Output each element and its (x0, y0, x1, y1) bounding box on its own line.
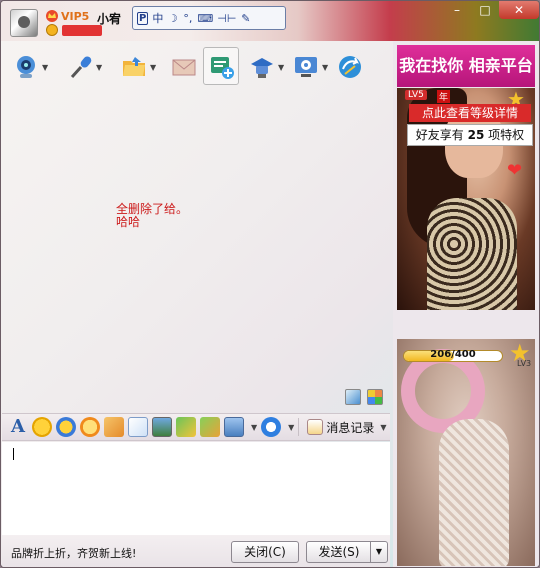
divider (298, 418, 300, 436)
create-discussion-button[interactable] (209, 51, 235, 83)
color-palette-icon[interactable] (367, 389, 383, 405)
right-panel: 我在找你 相亲平台 LV5 年 ★ 点此查看等级详情 好友享有 25 项特权 ❤… (393, 41, 539, 567)
level-badge: LV5 (405, 90, 427, 100)
signature-redacted (62, 25, 102, 36)
ad-banner[interactable]: 我在找你 相亲平台 (397, 45, 535, 87)
chat-history[interactable]: 全删除了给。 哈哈 (5, 91, 389, 413)
chat-message: 全删除了给。 哈哈 (116, 203, 188, 229)
ime-switch-icon[interactable]: ⊣⊢ (217, 12, 236, 25)
contact-nickname: 小宥 (97, 12, 122, 26)
bottom-bar: 品牌折上折，齐贺新上线! 关闭(C) 发送(S) ▼ (2, 535, 390, 567)
chevron-down-icon[interactable]: ▼ (322, 63, 328, 72)
title-bar: VIP5 小宥 P 中 ☽ °, ⌨ ⊣⊢ ✎ – □ ✕ (1, 1, 539, 41)
chevron-down-icon[interactable]: ▼ (278, 63, 284, 72)
send-button[interactable]: 发送(S) ▼ (306, 541, 388, 563)
message-record-label: 消息记录 (326, 420, 375, 435)
contact-show-photo[interactable]: LV5 年 ★ 点此查看等级详情 好友享有 25 项特权 ❤ (397, 88, 535, 310)
message-line: 哈哈 (116, 215, 141, 229)
chevron-down-icon[interactable]: ▼ (288, 423, 294, 432)
vip-label[interactable]: VIP5 (61, 10, 89, 23)
ime-toolbar[interactable]: P 中 ☽ °, ⌨ ⊣⊢ ✎ (132, 6, 286, 30)
chevron-down-icon[interactable]: ▼ (96, 63, 102, 72)
tip-text: 项特权 (488, 128, 525, 142)
settings-button[interactable]: ▼ (293, 51, 328, 83)
microphone-icon (70, 56, 92, 79)
own-show-photo[interactable] (397, 339, 535, 566)
search-s-icon[interactable] (261, 417, 282, 437)
app-hat-icon (251, 58, 273, 78)
expand-icon[interactable] (345, 389, 361, 405)
send-label: 发送(S) (318, 545, 360, 559)
ime-halfwidth-icon[interactable]: ☽ (167, 12, 178, 25)
history-tools (345, 389, 383, 405)
send-file-button[interactable]: ▼ (121, 51, 156, 83)
ime-tools-icon[interactable]: ✎ (240, 12, 251, 25)
chevron-down-icon[interactable]: ▼ (150, 63, 156, 72)
message-record-button[interactable]: 消息记录 ▼ (307, 419, 386, 436)
send-email-button[interactable] (171, 51, 197, 83)
vip-crown-icon (46, 10, 58, 22)
chevron-down-icon: ▼ (380, 422, 387, 432)
shake-icon[interactable] (80, 417, 100, 437)
history-icon (307, 419, 324, 435)
chat-window: VIP5 小宥 P 中 ☽ °, ⌨ ⊣⊢ ✎ – □ ✕ ▼ ▼ ▼ ▼ ▼ … (0, 0, 540, 568)
ime-keyboard-icon[interactable]: ⌨ (197, 12, 213, 25)
close-window-button[interactable]: ✕ (499, 1, 539, 19)
graffiti-icon[interactable] (128, 417, 148, 437)
video-call-button[interactable]: ▼ (13, 51, 48, 83)
ime-chinese-mode[interactable]: 中 (152, 10, 163, 26)
message-input[interactable] (2, 442, 390, 535)
settings-monitor-icon (295, 57, 317, 77)
year-badge: 年 (437, 90, 451, 103)
apps-button[interactable]: ▼ (249, 51, 284, 83)
text-cursor (13, 448, 14, 460)
avatar[interactable] (10, 9, 38, 37)
send-options-chevron-icon[interactable]: ▼ (370, 542, 387, 562)
tip-text: 好友享有 (415, 128, 464, 142)
image-icon[interactable] (152, 417, 172, 437)
format-toolbar: A ▼ ▼ 消息记录 ▼ (2, 413, 390, 441)
photo-detail (427, 198, 517, 310)
maximize-button[interactable]: □ (471, 1, 499, 19)
progress-text: 206/400 (430, 349, 476, 360)
chevron-down-icon[interactable]: ▼ (42, 63, 48, 72)
webcam-icon (17, 56, 35, 78)
present-icon[interactable] (200, 417, 220, 437)
ime-logo-icon[interactable]: P (137, 11, 149, 25)
font-icon[interactable]: A (8, 417, 28, 437)
voice-message-icon[interactable] (104, 417, 124, 437)
ad-link[interactable]: 品牌折上折，齐贺新上线! (11, 545, 136, 561)
transfer-button[interactable] (337, 51, 363, 83)
add-chat-icon (211, 57, 234, 79)
magic-emoji-icon[interactable] (56, 417, 76, 437)
gift-icon[interactable] (176, 417, 196, 437)
privilege-tip: 好友享有 25 项特权 (407, 124, 533, 146)
emoji-icon[interactable] (32, 417, 52, 437)
heart-icon[interactable]: ❤ (507, 160, 527, 181)
level-small-label: LV3 (517, 359, 532, 368)
level-details-button[interactable]: 点此查看等级详情 (409, 104, 531, 122)
transfer-icon (339, 56, 361, 78)
tip-count: 25 (467, 128, 485, 142)
minimize-button[interactable]: – (443, 1, 471, 19)
voice-call-button[interactable]: ▼ (67, 51, 102, 83)
chevron-down-icon[interactable]: ▼ (251, 423, 257, 432)
ime-punctuation-icon[interactable]: °, (182, 12, 193, 25)
close-button[interactable]: 关闭(C) (231, 541, 299, 563)
mail-icon (172, 59, 196, 76)
screenshot-icon[interactable] (224, 417, 244, 437)
photo-detail (439, 419, 509, 566)
status-star-icon[interactable] (46, 24, 58, 36)
main-toolbar: ▼ ▼ ▼ ▼ ▼ (5, 45, 389, 89)
folder-icon (123, 57, 145, 76)
window-controls: – □ ✕ (443, 1, 539, 19)
